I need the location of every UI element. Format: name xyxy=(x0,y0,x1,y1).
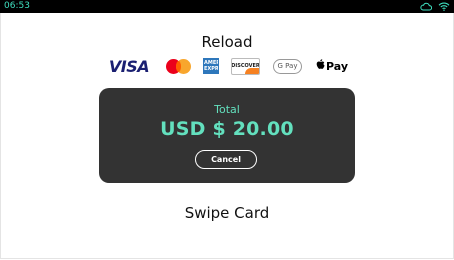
cancel-button[interactable]: Cancel xyxy=(195,150,257,169)
page-title: Reload xyxy=(201,33,253,51)
amex-logo-text: AMERICAN EXPRESS xyxy=(204,60,218,72)
apple-pay-text: Pay xyxy=(326,59,349,73)
total-panel: Total USD $ 20.00 Cancel xyxy=(99,88,355,183)
discover-logo-text: DISCOVER xyxy=(231,63,260,69)
visa-logo-text: VISA xyxy=(108,56,150,76)
status-icons xyxy=(420,2,450,11)
swipe-card-instruction: Swipe Card xyxy=(184,204,270,222)
payment-methods: VISA AMERICAN EXPRESS DISCOVER G Pay Pay xyxy=(105,56,348,76)
mastercard-logo xyxy=(165,56,193,76)
apple-icon xyxy=(316,59,325,73)
total-amount: USD $ 20.00 xyxy=(160,118,294,140)
google-pay-text: G Pay xyxy=(277,62,298,70)
apple-pay-logo: Pay xyxy=(316,59,348,73)
visa-logo: VISA xyxy=(105,57,153,76)
wifi-icon xyxy=(438,2,450,11)
total-label: Total xyxy=(214,103,240,116)
status-bar: 06:53 xyxy=(0,0,454,13)
discover-logo: DISCOVER xyxy=(231,57,260,75)
amex-logo: AMERICAN EXPRESS xyxy=(203,58,219,74)
status-time: 06:53 xyxy=(4,1,30,11)
cloud-icon xyxy=(420,2,432,11)
google-pay-logo: G Pay xyxy=(273,58,302,74)
